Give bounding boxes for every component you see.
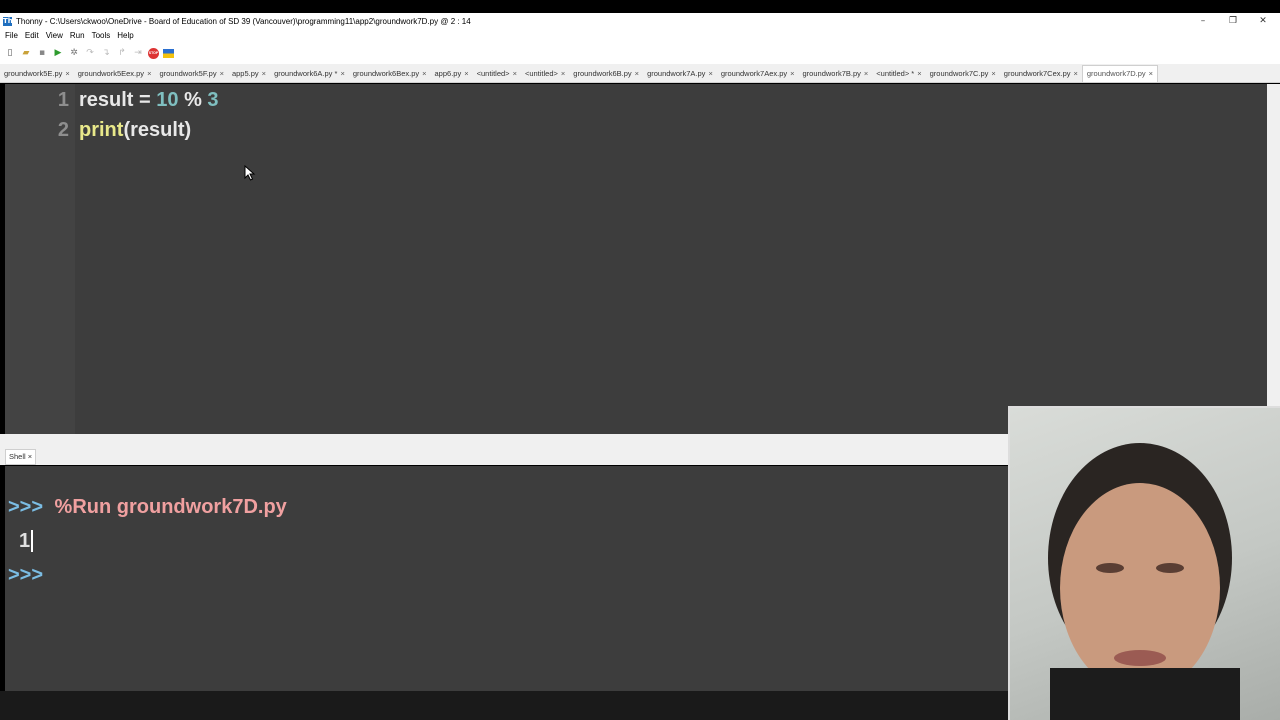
tab-groundwork7Aex[interactable]: groundwork7Aex.py × [717,66,799,82]
menu-run[interactable]: Run [70,31,85,40]
resume-icon[interactable]: ⇥ [132,47,144,59]
tab-groundwork6A[interactable]: groundwork6A.py * × [270,66,349,82]
close-button[interactable]: ✕ [1248,13,1278,29]
debug-icon[interactable]: ✲ [68,47,80,59]
tab-untitled-3[interactable]: <untitled> * × [872,66,925,82]
tab-groundwork5F[interactable]: groundwork5F.py × [155,66,228,82]
menu-file[interactable]: File [5,31,18,40]
line-number: 2 [57,119,69,141]
shell-prompt: >>> [8,496,44,518]
top-black-strip [0,0,1280,13]
mouse-pointer-icon [244,165,256,181]
thonny-logo-icon: Th [3,16,13,26]
tab-app5[interactable]: app5.py × [228,66,270,82]
shell-command: %Run groundwork7D.py [49,496,287,518]
tab-groundwork5E[interactable]: groundwork5E.py × [0,66,74,82]
text-caret [31,530,33,552]
step-out-icon[interactable]: ↱ [116,47,128,59]
menu-help[interactable]: Help [117,31,133,40]
code-line-1[interactable]: result = 10 % 3 [79,89,219,112]
tab-groundwork6Bex[interactable]: groundwork6Bex.py × [349,66,431,82]
restore-button[interactable]: ❐ [1218,13,1248,29]
window-title: Thonny - C:\Users\ckwoo\OneDrive - Board… [16,16,471,26]
tab-groundwork6B[interactable]: groundwork6B.py × [569,66,643,82]
menu-tools[interactable]: Tools [92,31,111,40]
tab-groundwork7B[interactable]: groundwork7B.py × [799,66,873,82]
tab-groundwork7A[interactable]: groundwork7A.py × [643,66,717,82]
window-titlebar: Th Thonny - C:\Users\ckwoo\OneDrive - Bo… [0,13,1280,29]
webcam-overlay [1008,406,1280,720]
save-file-icon[interactable]: ▪ [36,47,48,59]
tab-untitled-2[interactable]: <untitled> × [521,66,569,82]
code-editor[interactable]: 1 2 result = 10 % 3 print(result) [5,84,1267,434]
tab-app6[interactable]: app6.py × [431,66,473,82]
toolbar: ▯ ▰ ▪ ▶ ✲ ↷ ↴ ↱ ⇥ STOP ■ [0,42,1280,64]
editor-scrollbar[interactable] [1267,84,1280,434]
stop-icon[interactable]: STOP [148,47,159,59]
editor-tab-bar: groundwork5E.py × groundwork5Eex.py × grou… [0,64,1280,83]
line-number-gutter: 1 2 [5,84,75,434]
new-file-icon[interactable]: ▯ [4,47,16,59]
menu-view[interactable]: View [46,31,63,40]
tab-groundwork7C[interactable]: groundwork7C.py × [926,66,1000,82]
run-icon[interactable]: ▶ [52,47,64,59]
line-number: 1 [57,89,69,111]
open-file-icon[interactable]: ▰ [20,47,32,59]
tab-groundwork7Cex[interactable]: groundwork7Cex.py × [1000,66,1082,82]
step-over-icon[interactable]: ↷ [84,47,96,59]
shell-output: 1 [19,530,31,552]
tab-shell[interactable]: Shell × [5,449,37,465]
shell-prompt: >>> [8,564,44,586]
tab-untitled-1[interactable]: <untitled> × [473,66,521,82]
tab-groundwork5Eex[interactable]: groundwork5Eex.py × [74,66,156,82]
menu-edit[interactable]: Edit [25,31,39,40]
step-into-icon[interactable]: ↴ [100,47,112,59]
menu-bar: File Edit View Run Tools Help [0,29,1280,42]
presenter-video-image [1048,443,1240,720]
tab-groundwork7D[interactable]: groundwork7D.py × [1081,65,1159,82]
code-line-2[interactable]: print(result) [79,119,191,142]
ukraine-flag-icon[interactable]: ■ [163,48,174,58]
minimize-button[interactable]: – [1188,13,1218,29]
